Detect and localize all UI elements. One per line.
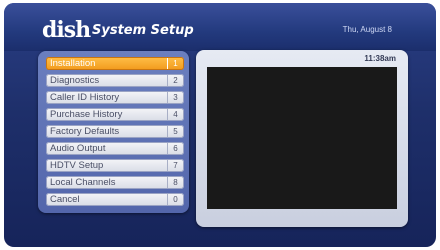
dish-logo: dish	[42, 17, 91, 43]
menu-item-purchase-history[interactable]: Purchase History 4	[46, 108, 184, 121]
date-label: Thu, August 8	[342, 25, 392, 34]
menu-item-label: Purchase History	[50, 109, 123, 120]
header-bar: dish System Setup Thu, August 8	[4, 3, 436, 51]
menu-item-number: 8	[167, 177, 181, 188]
menu-item-diagnostics[interactable]: Diagnostics 2	[46, 74, 184, 87]
menu-item-label: Cancel	[50, 194, 80, 205]
menu-item-number: 2	[167, 75, 181, 86]
menu-item-label: Diagnostics	[50, 75, 100, 86]
clock-time: 11:38am	[364, 54, 396, 63]
menu-item-audio-output[interactable]: Audio Output 6	[46, 142, 184, 155]
menu-item-local-channels[interactable]: Local Channels 8	[46, 176, 184, 189]
menu-item-label: HDTV Setup	[50, 160, 104, 171]
menu-item-label: Local Channels	[50, 177, 116, 188]
menu-item-number: 1	[167, 58, 181, 69]
video-preview-panel: 11:38am	[196, 50, 408, 227]
menu-item-number: 5	[167, 126, 181, 137]
menu-item-number: 0	[167, 194, 181, 205]
menu-item-number: 6	[167, 143, 181, 154]
menu-item-label: Caller ID History	[50, 92, 120, 103]
menu-item-label: Audio Output	[50, 143, 106, 154]
setup-menu: Installation 1 Diagnostics 2 Caller ID H…	[38, 51, 189, 213]
menu-item-factory-defaults[interactable]: Factory Defaults 5	[46, 125, 184, 138]
menu-item-number: 4	[167, 109, 181, 120]
menu-item-installation[interactable]: Installation 1	[46, 57, 184, 70]
menu-item-hdtv-setup[interactable]: HDTV Setup 7	[46, 159, 184, 172]
page-title: System Setup	[92, 23, 194, 38]
menu-item-caller-id-history[interactable]: Caller ID History 3	[46, 91, 184, 104]
menu-item-number: 3	[167, 92, 181, 103]
menu-item-cancel[interactable]: Cancel 0	[46, 193, 184, 206]
menu-item-label: Factory Defaults	[50, 126, 120, 137]
video-preview-window	[207, 67, 397, 209]
menu-item-number: 7	[167, 160, 181, 171]
menu-item-label: Installation	[50, 58, 96, 69]
